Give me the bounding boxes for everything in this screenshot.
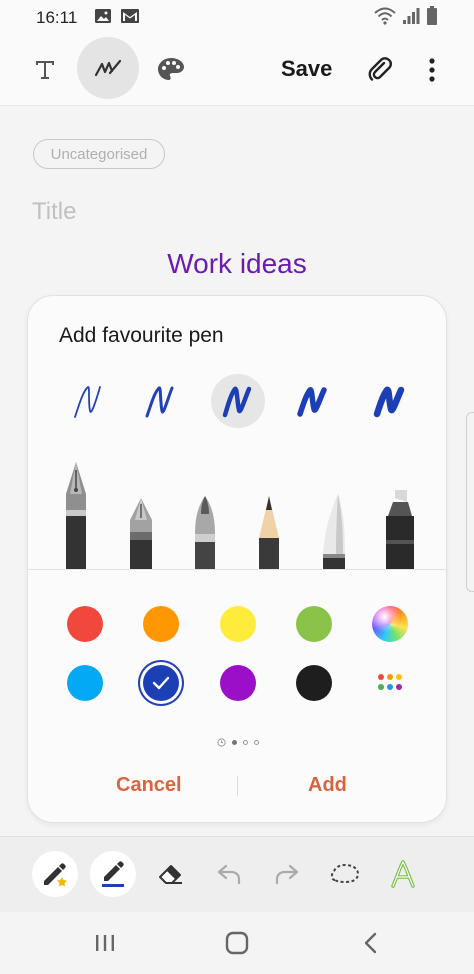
more-vertical-icon	[429, 58, 435, 82]
undo-icon	[217, 864, 241, 885]
top-toolbar: Save	[0, 34, 474, 106]
calligraphy-pen-tool[interactable]	[121, 458, 161, 570]
page-dot	[243, 739, 248, 745]
favourite-pen-button[interactable]	[32, 851, 78, 897]
system-navigation-bar	[0, 912, 474, 974]
more-colors-button[interactable]	[372, 665, 408, 701]
more-options-button[interactable]	[418, 52, 446, 88]
home-icon	[225, 931, 249, 955]
panel-title: Add favourite pen	[59, 324, 224, 347]
gmail-icon	[121, 9, 139, 23]
color-swatch-yellow[interactable]	[220, 606, 256, 642]
color-spectrum-picker[interactable]	[372, 606, 408, 642]
add-favourite-pen-panel: Add favourite pen Cancel Add	[27, 295, 447, 823]
pen-style-marker[interactable]	[363, 374, 417, 428]
pen-tool-button[interactable]	[77, 37, 139, 99]
pen-settings-icon	[102, 861, 124, 887]
checkmark-icon	[152, 676, 170, 690]
signal-icon	[403, 8, 420, 24]
undo-button[interactable]	[206, 851, 252, 897]
marker-icon	[386, 490, 414, 570]
home-button[interactable]	[222, 928, 252, 958]
status-time: 16:11	[36, 8, 78, 27]
page-indicator	[28, 736, 446, 748]
category-chip[interactable]: Uncategorised	[33, 139, 165, 169]
color-swatch-orange[interactable]	[143, 606, 179, 642]
chisel-pen-tool[interactable]	[314, 458, 354, 570]
edge-panel-handle[interactable]	[466, 412, 474, 592]
redo-icon	[275, 864, 299, 885]
pen-icon	[94, 59, 122, 77]
note-heading-text: Work ideas	[167, 248, 307, 279]
panel-divider	[28, 569, 446, 570]
page-dot	[254, 739, 259, 745]
thin-stroke-icon	[74, 386, 101, 418]
handwriting-to-text-button[interactable]	[380, 851, 426, 897]
chisel-pen-icon	[323, 494, 345, 570]
pen-settings-button[interactable]	[90, 851, 136, 897]
marker-tool[interactable]	[380, 458, 420, 570]
favourite-pen-icon	[44, 863, 67, 887]
page-dot	[232, 739, 237, 745]
color-swatch-red[interactable]	[67, 606, 103, 642]
image-icon	[95, 9, 111, 23]
back-button[interactable]	[356, 928, 386, 958]
heavy-stroke-icon	[297, 387, 327, 417]
fountain-pen-tool[interactable]	[56, 458, 96, 570]
eraser-button[interactable]	[148, 851, 194, 897]
battery-icon	[427, 6, 437, 25]
handwriting-icon	[391, 860, 415, 888]
color-swatch-green[interactable]	[296, 606, 332, 642]
pen-style-medium[interactable]	[134, 374, 188, 428]
brush-pen-tool[interactable]	[185, 458, 225, 570]
color-swatch-purple[interactable]	[220, 665, 256, 701]
add-button[interactable]: Add	[308, 774, 347, 797]
drawing-toolbar	[0, 836, 474, 912]
pen-style-heavy[interactable]	[286, 374, 340, 428]
redo-button[interactable]	[264, 851, 310, 897]
paperclip-icon	[368, 57, 393, 81]
eraser-icon	[159, 865, 182, 884]
pen-style-thin[interactable]	[63, 374, 117, 428]
medium-stroke-icon	[145, 386, 174, 418]
calligraphy-pen-icon	[130, 498, 152, 570]
palette-tool-button[interactable]	[154, 52, 188, 86]
marker-stroke-icon	[373, 386, 405, 418]
color-swatch-blue[interactable]	[143, 665, 179, 701]
attach-button[interactable]	[362, 52, 398, 88]
recent-apps-button[interactable]	[90, 928, 120, 958]
wifi-icon	[374, 7, 396, 25]
palette-icon	[158, 58, 184, 80]
pencil-icon	[259, 496, 279, 570]
note-heading: Work ideas	[0, 248, 474, 280]
back-icon	[364, 932, 377, 954]
pencil-tool[interactable]	[249, 458, 289, 570]
more-colors-icon	[378, 674, 402, 690]
lasso-icon	[330, 863, 360, 884]
recent-apps-icon	[96, 935, 114, 951]
color-swatch-light-blue[interactable]	[67, 665, 103, 701]
save-button[interactable]: Save	[281, 56, 332, 82]
cancel-button[interactable]: Cancel	[116, 774, 182, 797]
brush-pen-icon	[195, 496, 215, 570]
status-bar: 16:11	[0, 0, 474, 34]
pen-style-bold[interactable]	[211, 374, 265, 428]
color-swatch-black[interactable]	[296, 665, 332, 701]
bold-stroke-icon	[222, 386, 252, 418]
button-divider	[237, 776, 238, 796]
lasso-select-button[interactable]	[322, 851, 368, 897]
text-icon	[36, 61, 54, 79]
title-field[interactable]: Title	[32, 198, 76, 226]
text-tool-button[interactable]	[28, 52, 62, 86]
fountain-pen-icon	[66, 462, 86, 570]
recent-clock-icon	[217, 737, 226, 747]
